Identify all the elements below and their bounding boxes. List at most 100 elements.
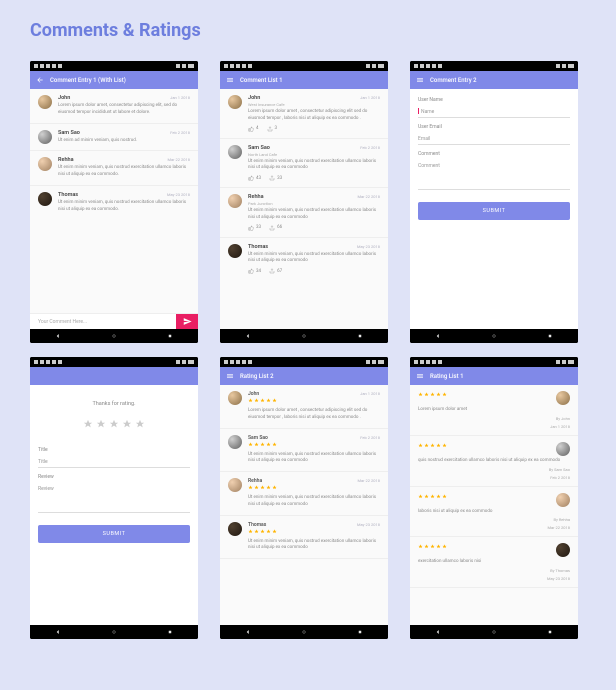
comment-name: Sam Sao [58, 130, 80, 136]
rating-date: May 23 2018 [357, 522, 380, 527]
app-bar-title: Comment List 1 [240, 77, 382, 84]
nav-back-icon[interactable] [435, 629, 441, 635]
avatar [556, 391, 570, 405]
comment-row[interactable]: Sam SaoFeb 2 2018 North Land Cafe Ut eni… [220, 139, 388, 189]
comment-input[interactable]: Comment [418, 161, 570, 190]
submit-button[interactable]: SUBMIT [418, 202, 570, 220]
name-input[interactable]: Name [418, 107, 570, 118]
avatar [38, 95, 52, 109]
title-input[interactable]: Title [38, 457, 190, 468]
comment-sub: North Land Cafe [248, 152, 380, 157]
comment-text: Ut enim minim veniam, quis nostrud exerc… [248, 252, 380, 266]
nav-home-icon[interactable] [111, 333, 117, 339]
nav-bar [220, 625, 388, 639]
nav-home-icon[interactable] [301, 333, 307, 339]
app-bar: Comment List 1 [220, 71, 388, 89]
screen-rating-list-1: Rating List 1 Lorem ipsum dolor amet By … [410, 357, 578, 639]
like-button[interactable]: 4 [248, 126, 259, 132]
comment-sub: West Insurance Cafe [248, 102, 380, 107]
nav-recent-icon[interactable] [357, 333, 363, 339]
share-button[interactable]: 33 [269, 175, 282, 181]
label-review: Review [38, 474, 190, 480]
like-button[interactable]: 33 [248, 225, 261, 231]
comment-row[interactable]: JohnJan 1 2018 Lorem ipsum dolor amet, c… [30, 89, 198, 124]
nav-home-icon[interactable] [491, 333, 497, 339]
rating-row[interactable]: quis nostrud exercitation ullamco labori… [410, 436, 578, 487]
comment-input[interactable]: Your Comment Here... [30, 319, 176, 325]
nav-back-icon[interactable] [55, 333, 61, 339]
comment-row[interactable]: Sam Sao Feb 2 2018 Ut enim ad minim venia… [30, 124, 198, 152]
nav-home-icon[interactable] [111, 629, 117, 635]
comment-row[interactable]: ThomasMay 23 2018 Ut enim minim veniam, … [30, 186, 198, 220]
send-button[interactable] [176, 314, 198, 330]
star-display [248, 398, 277, 403]
app-bar-title: Comment Entry 2 [430, 77, 572, 84]
comment-row[interactable]: ThomasMay 23 2018 Ut enim minim veniam, … [220, 238, 388, 281]
rating-text: Ut enim minim veniam, quis nostrud exerc… [248, 539, 380, 553]
submit-button[interactable]: SUBMIT [38, 525, 190, 543]
rating-row[interactable]: Lorem ipsum dolor amet By John Jan 1 201… [410, 385, 578, 436]
comment-date: Jan 1 2018 [170, 95, 190, 100]
comment-date: Jan 1 2018 [360, 95, 380, 100]
avatar [228, 391, 242, 405]
share-button[interactable]: 66 [269, 225, 282, 231]
comment-name: John [58, 95, 70, 101]
nav-back-icon[interactable] [245, 333, 251, 339]
menu-icon[interactable] [226, 372, 234, 380]
nav-recent-icon[interactable] [167, 333, 173, 339]
rating-text: quis nostrud exercitation ullamco labori… [418, 458, 570, 465]
avatar [38, 157, 52, 171]
star-rating-input[interactable] [30, 415, 198, 439]
nav-back-icon[interactable] [55, 629, 61, 635]
avatar [228, 478, 242, 492]
rating-row[interactable]: Sam Sao Feb 2 2018 Ut enim minim veniam,… [220, 429, 388, 473]
comment-text: Ut enim ad minim veniam, quis nostrud. [58, 138, 190, 145]
menu-icon[interactable] [416, 372, 424, 380]
comment-row[interactable]: JohnJan 1 2018 West Insurance Cafe Lorem… [220, 89, 388, 139]
rating-row[interactable]: laboris nisi ut aliquip ex ea commodo By… [410, 487, 578, 538]
nav-recent-icon[interactable] [547, 333, 553, 339]
nav-back-icon[interactable] [245, 629, 251, 635]
rating-row[interactable]: Rehha Mar 22 2018 Ut enim minim veniam, … [220, 472, 388, 516]
screen-rating-entry: Thanks for rating. Title Title Review Re… [30, 357, 198, 639]
rating-text: exercitation ullamco laboris nisi [418, 559, 570, 566]
review-input[interactable]: Review [38, 484, 190, 513]
screen-body: Thanks for rating. Title Title Review Re… [30, 385, 198, 625]
back-arrow-icon[interactable] [36, 76, 44, 84]
comment-text: Ut enim minim veniam, quis nostrud exerc… [58, 165, 190, 179]
rating-row[interactable]: John Jan 1 2018 Lorem ipsum dolor amet ,… [220, 385, 388, 429]
app-bar: Comment Entry 2 [410, 71, 578, 89]
screen-comment-entry-2: Comment Entry 2 User Name Name User Emai… [410, 61, 578, 343]
nav-home-icon[interactable] [491, 629, 497, 635]
like-button[interactable]: 34 [248, 268, 261, 274]
comment-row[interactable]: RehhaMar 22 2018 Ut enim minim veniam, q… [30, 151, 198, 186]
rating-row[interactable]: exercitation ullamco laboris nisi By Tho… [410, 537, 578, 588]
nav-bar [410, 625, 578, 639]
comment-name: Thomas [248, 244, 268, 250]
share-button[interactable]: 3 [267, 126, 278, 132]
comment-date: Feb 2 2018 [360, 145, 380, 150]
comment-input-bar: Your Comment Here... [30, 313, 198, 329]
menu-icon[interactable] [226, 76, 234, 84]
menu-icon[interactable] [416, 76, 424, 84]
share-button[interactable]: 67 [269, 268, 282, 274]
comment-date: Feb 2 2018 [170, 130, 190, 135]
screen-body: JohnJan 1 2018 Lorem ipsum dolor amet, c… [30, 89, 198, 329]
comment-row[interactable]: RehhaMar 22 2018 Park Junction Ut enim m… [220, 188, 388, 238]
screen-body: Lorem ipsum dolor amet By John Jan 1 201… [410, 385, 578, 625]
nav-back-icon[interactable] [435, 333, 441, 339]
rating-row[interactable]: Thomas May 23 2018 Ut enim minim veniam,… [220, 516, 388, 560]
nav-recent-icon[interactable] [357, 629, 363, 635]
star-display [418, 443, 447, 448]
status-bar [30, 61, 198, 71]
nav-recent-icon[interactable] [167, 629, 173, 635]
comment-text: Lorem ipsum dolor amet , consectetur adi… [248, 109, 380, 123]
nav-home-icon[interactable] [301, 629, 307, 635]
nav-recent-icon[interactable] [547, 629, 553, 635]
rating-text: Ut enim minim veniam, quis nostrud exerc… [248, 452, 380, 466]
rating-text: Lorem ipsum dolor amet , consectetur adi… [248, 408, 380, 422]
like-button[interactable]: 43 [248, 175, 261, 181]
comment-date: May 23 2018 [167, 192, 190, 197]
rating-byline: By Rehha [553, 517, 570, 522]
email-input[interactable]: Email [418, 134, 570, 145]
